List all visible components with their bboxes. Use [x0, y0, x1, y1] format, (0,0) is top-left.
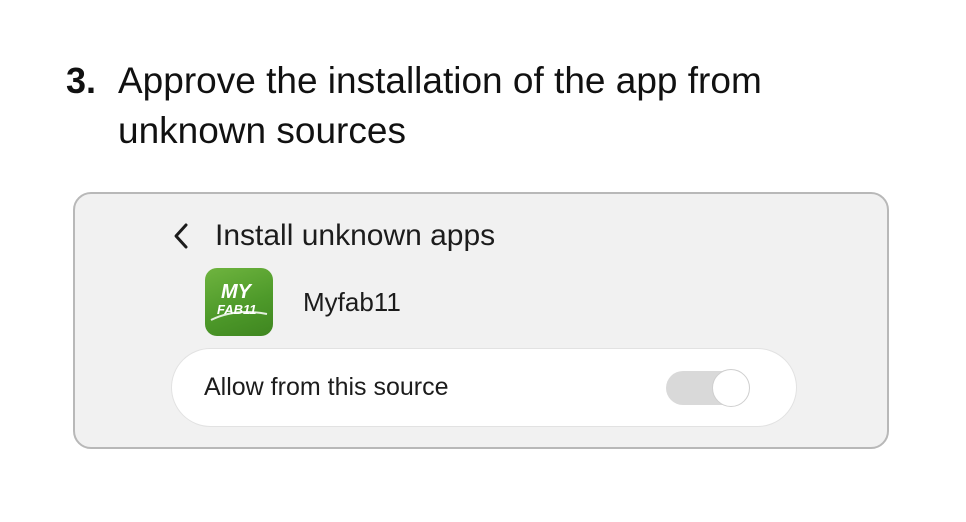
app-row: MY FAB11 Myfab11 [205, 268, 401, 336]
step-text: Approve the installation of the app from… [118, 60, 762, 151]
myfab11-app-icon: MY FAB11 [205, 268, 273, 336]
app-logo-text-top: MY [221, 281, 253, 303]
toggle-thumb [712, 368, 750, 407]
instruction-step: 3. Approve the installation of the app f… [66, 56, 906, 156]
app-logo-text-bottom: FAB11 [217, 302, 257, 317]
page-title: Install unknown apps [215, 219, 496, 252]
chevron-left-icon[interactable] [169, 221, 193, 251]
allow-source-toggle[interactable] [666, 368, 752, 407]
app-name: Myfab11 [303, 286, 401, 317]
settings-panel: Install unknown apps MY FAB11 Myfab11 Al… [73, 192, 889, 449]
step-number: 3. [66, 60, 97, 101]
allow-source-setting[interactable]: Allow from this source [171, 348, 797, 427]
app-logo-graphic: MY FAB11 [210, 281, 268, 321]
panel-header: Install unknown apps [169, 214, 495, 258]
allow-source-label: Allow from this source [204, 373, 449, 401]
